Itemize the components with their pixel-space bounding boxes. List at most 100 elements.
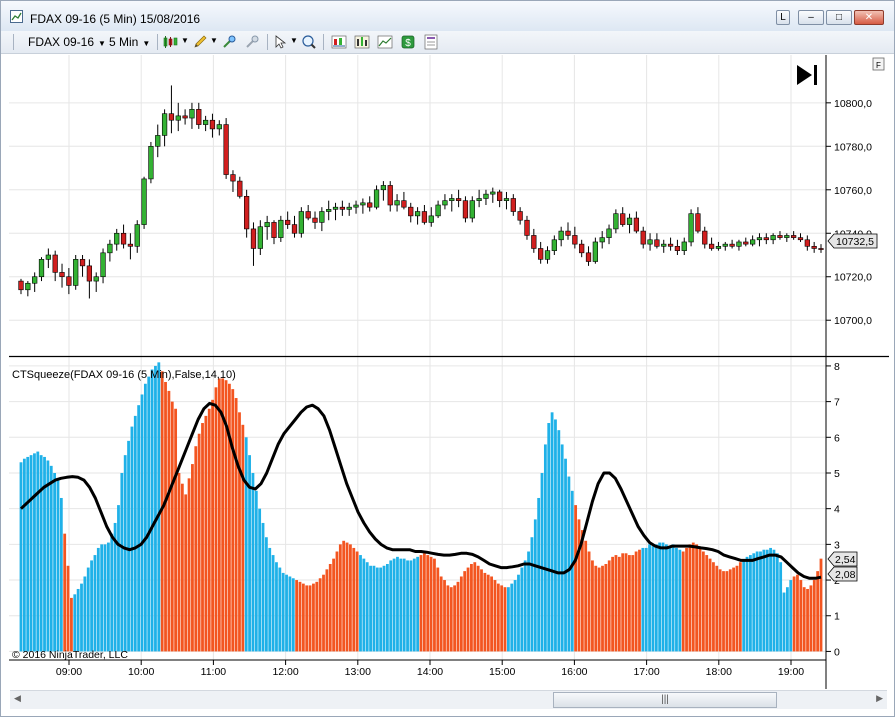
histogram-bar-cyan	[654, 544, 658, 652]
histogram-bar-cyan	[675, 547, 678, 652]
histogram-bar-orange	[685, 547, 688, 652]
histogram-bar-orange	[594, 565, 598, 652]
histogram-bar-cyan	[76, 588, 80, 652]
candle-down	[579, 243, 585, 254]
candle-up	[414, 211, 421, 217]
interval-selector[interactable]: 5 Min ▼	[109, 35, 150, 49]
link-button[interactable]: L	[776, 10, 790, 25]
candle-up	[544, 250, 551, 260]
histogram-bar-cyan	[29, 455, 33, 652]
histogram-bar-orange	[419, 555, 423, 652]
candle-up	[476, 198, 482, 201]
candle-down	[59, 272, 65, 278]
chart-area[interactable]: 10700,010720,010740,010760,010780,010800…	[1, 55, 894, 689]
bars-icon[interactable]	[354, 34, 370, 50]
histogram-bar-cyan	[664, 544, 668, 652]
histogram-bar-cyan	[779, 562, 783, 652]
histogram-bar-cyan	[288, 576, 292, 652]
histogram-bar-cyan	[140, 394, 144, 652]
histogram-bar-orange	[574, 505, 578, 652]
chevron-down-icon[interactable]: ▼	[181, 36, 189, 45]
histogram-bar-orange	[738, 562, 742, 652]
histogram-bar-cyan	[412, 558, 416, 652]
indicator-tick-label: 0	[834, 646, 840, 658]
histogram-bar-orange	[439, 576, 443, 652]
histogram-bar-cyan	[382, 565, 386, 652]
candle-down	[421, 211, 428, 223]
histogram-bar-cyan	[275, 562, 278, 652]
histogram-bar-orange	[725, 571, 729, 652]
f-button[interactable]: F	[872, 57, 885, 71]
magnify-icon[interactable]	[301, 34, 317, 50]
pointer-icon[interactable]	[273, 34, 289, 50]
histogram-bar-orange	[806, 588, 809, 652]
maximize-button[interactable]: □	[826, 10, 852, 25]
histogram-bar-orange	[342, 540, 346, 652]
histogram-bar-cyan	[567, 476, 571, 652]
dollar-icon[interactable]: $	[400, 34, 416, 50]
candle-up	[613, 213, 619, 230]
histogram-bar-cyan	[93, 555, 97, 652]
histogram-bar-cyan	[752, 553, 756, 652]
indicator-value-1: 2,54	[835, 554, 856, 566]
histogram-bar-orange	[688, 544, 692, 652]
candle-down	[777, 235, 783, 238]
scroll-right-icon[interactable]: ▶	[876, 693, 883, 704]
zoom-in-icon[interactable]	[221, 34, 237, 50]
histogram-bar-orange	[496, 583, 500, 652]
candle-up	[503, 198, 510, 201]
candle-up	[93, 276, 99, 282]
histogram-bar-cyan	[39, 455, 43, 652]
histogram-bar-orange	[180, 483, 184, 652]
histogram-bar-orange	[443, 580, 446, 652]
scroll-to-end-icon[interactable]	[797, 65, 817, 85]
histogram-bar-orange	[691, 542, 695, 652]
histogram-bar-orange	[580, 530, 584, 652]
instrument-selector[interactable]: FDAX 09-16 ▼	[28, 35, 106, 49]
histogram-bar-orange	[712, 562, 715, 652]
close-button[interactable]: ✕	[854, 10, 884, 25]
histogram-bar-cyan	[671, 544, 675, 652]
minimize-button[interactable]: –	[798, 10, 824, 25]
candle-down	[401, 200, 407, 208]
histogram-bar-cyan	[540, 472, 544, 652]
candle-up	[45, 254, 51, 260]
candle-down	[52, 254, 58, 273]
chevron-down-icon[interactable]: ▼	[290, 36, 298, 45]
histogram-bar-cyan	[137, 405, 141, 652]
horizontal-scrollbar[interactable]: ◀ ||| ▶	[10, 690, 887, 709]
histogram-bar-orange	[792, 576, 796, 652]
histogram-bar-orange	[238, 412, 241, 652]
scroll-left-icon[interactable]: ◀	[14, 693, 21, 704]
zoom-out-icon[interactable]	[244, 34, 260, 50]
candle-down	[250, 228, 257, 249]
histogram-bar-orange	[483, 572, 487, 652]
histogram-bar-orange	[486, 574, 490, 652]
price-candles	[18, 85, 824, 299]
histogram-bar-cyan	[150, 369, 154, 652]
candle-down	[804, 239, 810, 247]
properties-icon[interactable]	[423, 34, 439, 50]
histogram-bar-cyan	[409, 560, 413, 652]
histogram-bar-orange	[631, 555, 635, 652]
chart-style-icon[interactable]	[162, 34, 178, 50]
histogram-bar-cyan	[251, 472, 255, 652]
indicator-value-marker-1: 2,54	[827, 551, 858, 567]
strategy-icon[interactable]	[331, 34, 347, 50]
chevron-down-icon[interactable]: ▼	[210, 36, 218, 45]
histogram-bar-cyan	[278, 567, 282, 652]
line-chart-icon[interactable]	[377, 34, 393, 50]
histogram-bar-orange	[624, 553, 628, 652]
candle-down	[237, 180, 243, 197]
histogram-bar-cyan	[372, 565, 376, 652]
pencil-icon[interactable]	[192, 34, 208, 50]
histogram-bar-cyan	[523, 560, 527, 652]
scrollbar-thumb[interactable]: |||	[553, 692, 777, 708]
histogram-bar-orange	[301, 583, 305, 652]
last-price-marker: 10732,5	[827, 233, 878, 249]
histogram-bar-cyan	[543, 444, 547, 652]
title-bar[interactable]: FDAX 09-16 (5 Min) 15/08/2016 L – □ ✕	[1, 1, 894, 31]
histogram-bar-cyan	[291, 578, 295, 652]
candle-up	[428, 215, 434, 223]
candle-up	[606, 228, 612, 238]
